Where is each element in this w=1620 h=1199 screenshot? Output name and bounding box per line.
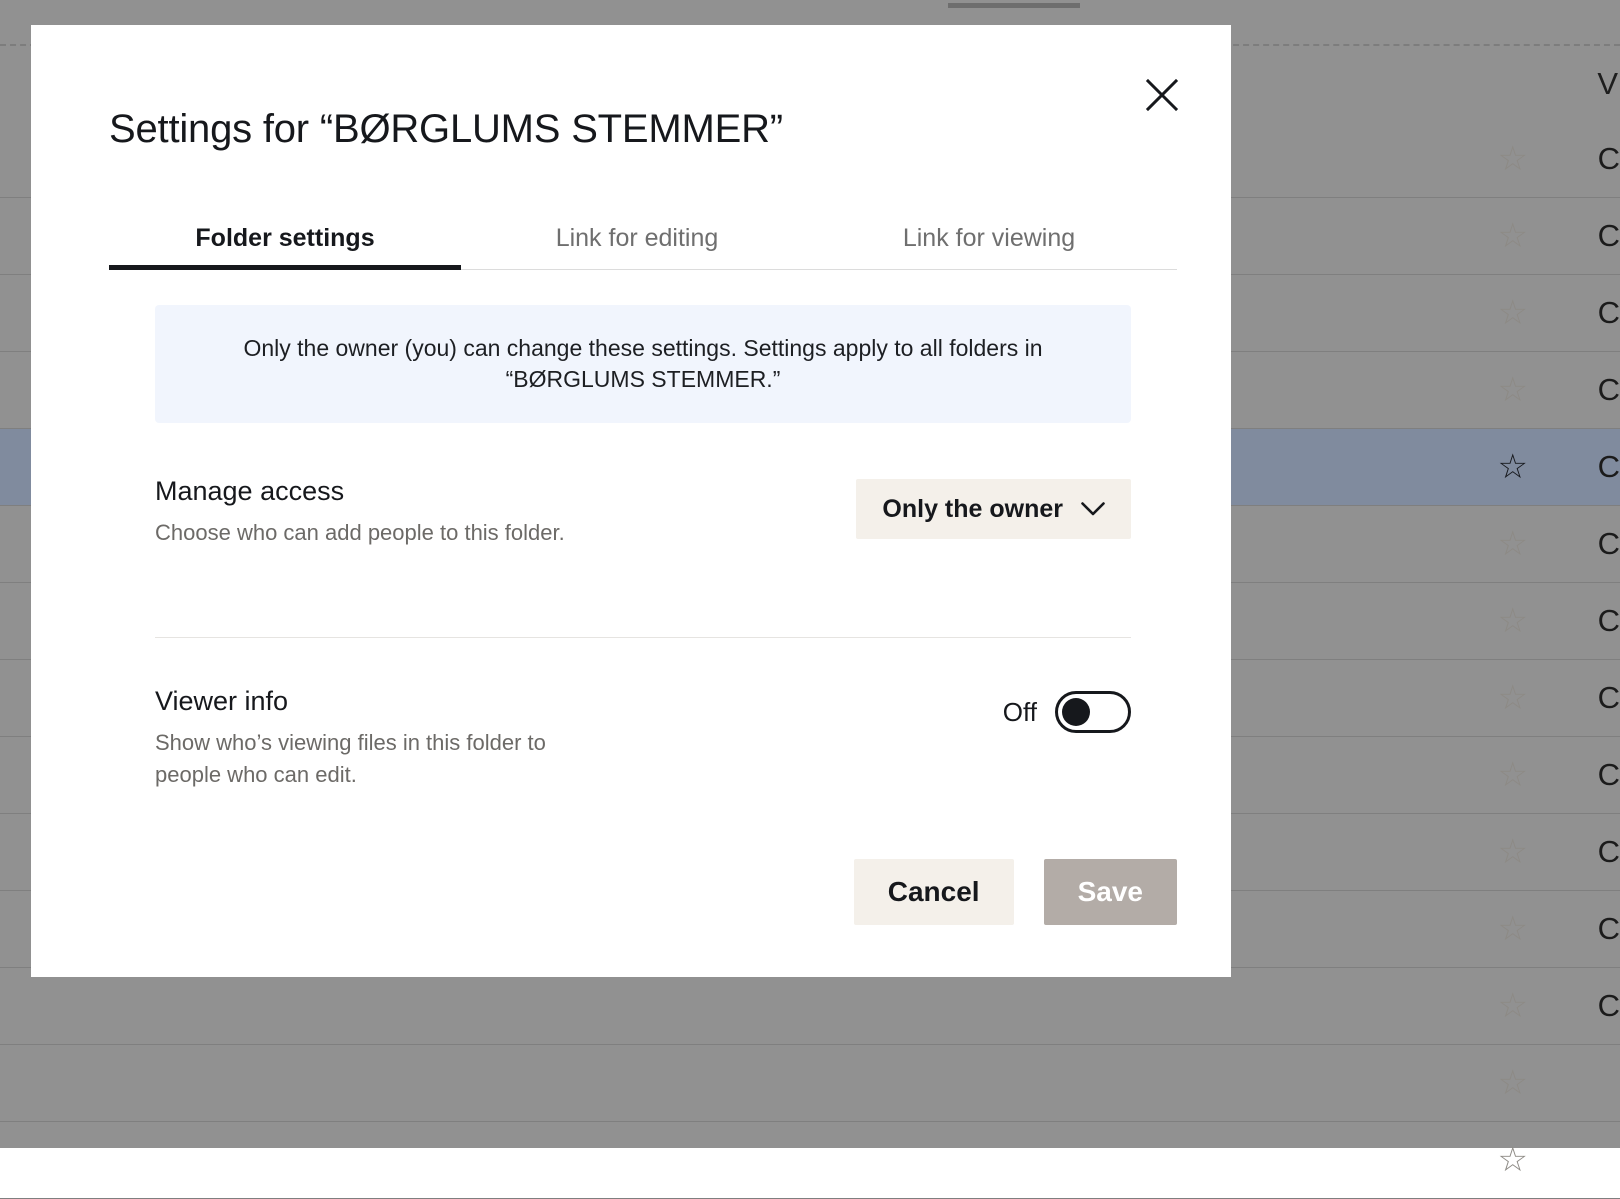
star-icon[interactable]: ☆ — [1498, 681, 1528, 715]
star-icon[interactable]: ☆ — [1498, 758, 1528, 792]
owner-notice-text: Only the owner (you) can change these se… — [201, 333, 1085, 394]
viewer-info-toggle-state-label: Off — [1003, 697, 1037, 728]
chevron-down-icon — [1081, 502, 1105, 517]
table-cell-text: C — [1598, 526, 1620, 562]
table-cell-text: C — [1598, 988, 1620, 1024]
tab-link-for-viewing[interactable]: Link for viewing — [813, 207, 1165, 269]
setting-row-manage-access: Manage access Choose who can add people … — [155, 477, 1131, 549]
manage-access-title: Manage access — [155, 477, 565, 507]
table-cell-text: C — [1598, 295, 1620, 331]
manage-access-selected-value: Only the owner — [882, 495, 1063, 524]
star-icon[interactable]: ☆ — [1498, 1066, 1528, 1100]
star-icon[interactable]: ☆ — [1498, 527, 1528, 561]
table-cell-text: C — [1598, 680, 1620, 716]
manage-access-text-group: Manage access Choose who can add people … — [155, 477, 565, 549]
table-cell-text: C — [1598, 603, 1620, 639]
close-icon[interactable] — [1139, 72, 1185, 118]
manage-access-description: Choose who can add people to this folder… — [155, 517, 565, 549]
star-icon[interactable]: ☆ — [1498, 604, 1528, 638]
star-icon[interactable]: ☆ — [1498, 142, 1528, 176]
viewer-info-description: Show who’s viewing files in this folder … — [155, 727, 575, 791]
manage-access-dropdown[interactable]: Only the owner — [856, 479, 1131, 539]
table-cell-text: C — [1598, 141, 1620, 177]
viewer-info-text-group: Viewer info Show who’s viewing files in … — [155, 687, 575, 790]
table-cell-text: C — [1598, 449, 1620, 485]
table-row[interactable]: ☆ — [0, 1122, 1620, 1199]
table-cell-text: C — [1598, 218, 1620, 254]
table-cell-text: C — [1598, 834, 1620, 870]
star-icon[interactable]: ☆ — [1498, 450, 1528, 484]
section-divider — [155, 637, 1131, 638]
cancel-button[interactable]: Cancel — [854, 859, 1014, 925]
toggle-knob — [1062, 698, 1090, 726]
star-icon[interactable]: ☆ — [1498, 835, 1528, 869]
viewer-info-toggle[interactable] — [1055, 691, 1131, 733]
save-button: Save — [1044, 859, 1177, 925]
star-icon[interactable]: ☆ — [1498, 373, 1528, 407]
page-title: Settings for “BØRGLUMS STEMMER” — [109, 107, 783, 152]
star-icon[interactable]: ☆ — [1498, 912, 1528, 946]
tab-bar: Folder settings Link for editing Link fo… — [109, 207, 1177, 270]
star-icon[interactable]: ☆ — [1498, 219, 1528, 253]
owner-notice-banner: Only the owner (you) can change these se… — [155, 305, 1131, 423]
viewer-info-title: Viewer info — [155, 687, 575, 717]
tab-link-for-editing[interactable]: Link for editing — [461, 207, 813, 269]
tab-folder-settings[interactable]: Folder settings — [109, 207, 461, 269]
star-icon[interactable]: ☆ — [1498, 1143, 1528, 1177]
modal-footer: Cancel Save — [854, 859, 1177, 925]
table-cell-text: C — [1598, 757, 1620, 793]
setting-row-viewer-info: Viewer info Show who’s viewing files in … — [155, 687, 1131, 790]
background-toolbar-bar — [948, 3, 1080, 8]
table-row[interactable]: ☆ — [0, 1045, 1620, 1122]
star-icon[interactable]: ☆ — [1498, 296, 1528, 330]
table-cell-text: C — [1598, 911, 1620, 947]
table-row[interactable]: ☆C — [0, 968, 1620, 1045]
column-header-label: V — [1597, 66, 1618, 102]
folder-settings-modal: Settings for “BØRGLUMS STEMMER” Folder s… — [31, 25, 1231, 977]
table-cell-text: C — [1598, 372, 1620, 408]
viewer-info-toggle-group: Off — [1003, 691, 1131, 733]
star-icon[interactable]: ☆ — [1498, 989, 1528, 1023]
